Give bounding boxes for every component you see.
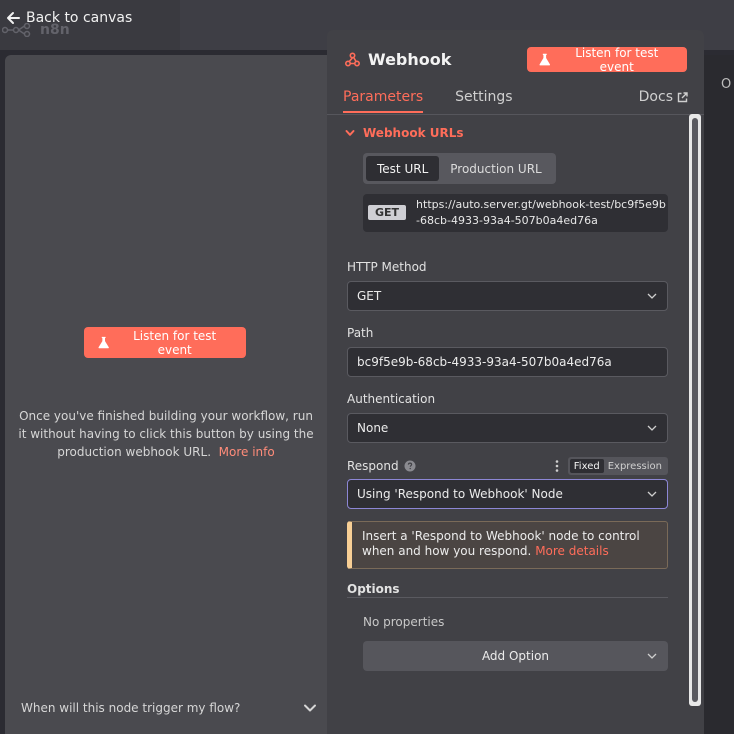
path-value: bc9f5e9b-68cb-4933-93a4-507b0a4ed76a xyxy=(357,355,612,369)
mode-expression[interactable]: Expression xyxy=(604,459,666,473)
chevron-down-icon xyxy=(647,491,657,497)
tab-parameters[interactable]: Parameters xyxy=(343,86,424,113)
output-panel-letter: O xyxy=(721,77,732,92)
parameter-options-kebab[interactable] xyxy=(552,459,562,473)
fixed-expression-toggle: Fixed Expression xyxy=(567,457,668,475)
add-option-button[interactable]: Add Option xyxy=(363,641,668,671)
panel-scrollbar[interactable] xyxy=(689,114,701,706)
webhook-url-box[interactable]: GET https://auto.server.gt/webhook-test/… xyxy=(363,194,668,232)
add-option-label: Add Option xyxy=(481,649,550,663)
options-label: Options xyxy=(347,582,400,596)
docs-label: Docs xyxy=(638,89,673,105)
method-badge: GET xyxy=(368,205,407,220)
node-settings-panel: Webhook Listen for test event Parameters… xyxy=(327,30,704,734)
flask-icon xyxy=(539,53,551,66)
input-panel: Listen for test event Once you've finish… xyxy=(5,55,327,734)
http-method-select[interactable]: GET xyxy=(347,281,668,311)
arrow-left-icon xyxy=(7,12,20,24)
help-icon[interactable] xyxy=(404,460,416,472)
node-header: Webhook Listen for test event Parameters… xyxy=(327,30,704,115)
respond-header: Respond Fixed Expression xyxy=(347,457,668,475)
respond-label: Respond xyxy=(347,459,416,473)
listen-test-event-label: Listen for test event xyxy=(575,45,659,74)
authentication-value: None xyxy=(357,421,389,435)
trigger-info-toggle[interactable]: When will this node trigger my flow? xyxy=(21,701,317,715)
webhook-urls-label: Webhook URLs xyxy=(363,126,464,140)
chevron-down-icon xyxy=(304,704,316,712)
respond-value: Using 'Respond to Webhook' Node xyxy=(357,487,563,501)
docs-link[interactable]: Docs xyxy=(639,89,688,105)
listen-test-event-button-left[interactable]: Listen for test event xyxy=(84,327,246,358)
http-method-label: HTTP Method xyxy=(347,260,427,274)
output-panel-edge: O xyxy=(704,55,734,734)
path-input[interactable]: bc9f5e9b-68cb-4933-93a4-507b0a4ed76a xyxy=(347,347,668,377)
path-label: Path xyxy=(347,326,374,340)
more-details-link[interactable]: More details xyxy=(535,544,609,558)
back-to-canvas-button[interactable]: Back to canvas xyxy=(6,10,132,26)
chevron-down-icon xyxy=(647,653,657,659)
tab-settings[interactable]: Settings xyxy=(455,86,512,113)
authentication-label: Authentication xyxy=(347,392,436,406)
listen-test-event-button[interactable]: Listen for test event xyxy=(527,45,687,74)
trigger-info-question: When will this node trigger my flow? xyxy=(21,701,241,715)
chevron-down-icon xyxy=(647,293,657,299)
node-title-text: Webhook xyxy=(368,50,452,69)
mode-fixed[interactable]: Fixed xyxy=(569,459,604,473)
panel-scrollbar-thumb[interactable] xyxy=(692,118,698,702)
node-title: Webhook xyxy=(345,50,451,69)
flask-icon xyxy=(98,336,109,349)
tab-production-url[interactable]: Production URL xyxy=(439,156,552,181)
kebab-menu-icon xyxy=(555,460,559,472)
webhook-url-tabs: Test URL Production URL xyxy=(363,153,556,184)
chevron-down-icon xyxy=(345,130,355,136)
node-tabs: Parameters Settings xyxy=(343,86,545,113)
options-divider xyxy=(347,597,668,598)
respond-select[interactable]: Using 'Respond to Webhook' Node xyxy=(347,479,668,509)
parameters-body: Webhook URLs Test URL Production URL GET… xyxy=(327,116,689,734)
webhook-icon xyxy=(345,52,360,67)
http-method-value: GET xyxy=(357,289,382,303)
authentication-select[interactable]: None xyxy=(347,413,668,443)
listen-test-event-label: Listen for test event xyxy=(133,328,217,357)
respond-label-text: Respond xyxy=(347,459,399,473)
more-info-link[interactable]: More info xyxy=(219,445,275,459)
chevron-down-icon xyxy=(647,425,657,431)
no-properties-text: No properties xyxy=(363,615,445,629)
left-panel-description: Once you've finished building your workf… xyxy=(15,407,317,461)
tab-test-url[interactable]: Test URL xyxy=(366,156,440,181)
back-to-canvas-label: Back to canvas xyxy=(26,10,133,26)
webhook-url-text[interactable]: https://auto.server.gt/webhook-test/bc9f… xyxy=(416,197,666,229)
webhook-urls-toggle[interactable]: Webhook URLs xyxy=(345,126,464,140)
external-link-icon xyxy=(677,91,688,102)
respond-notice: Insert a 'Respond to Webhook' node to co… xyxy=(347,521,668,569)
